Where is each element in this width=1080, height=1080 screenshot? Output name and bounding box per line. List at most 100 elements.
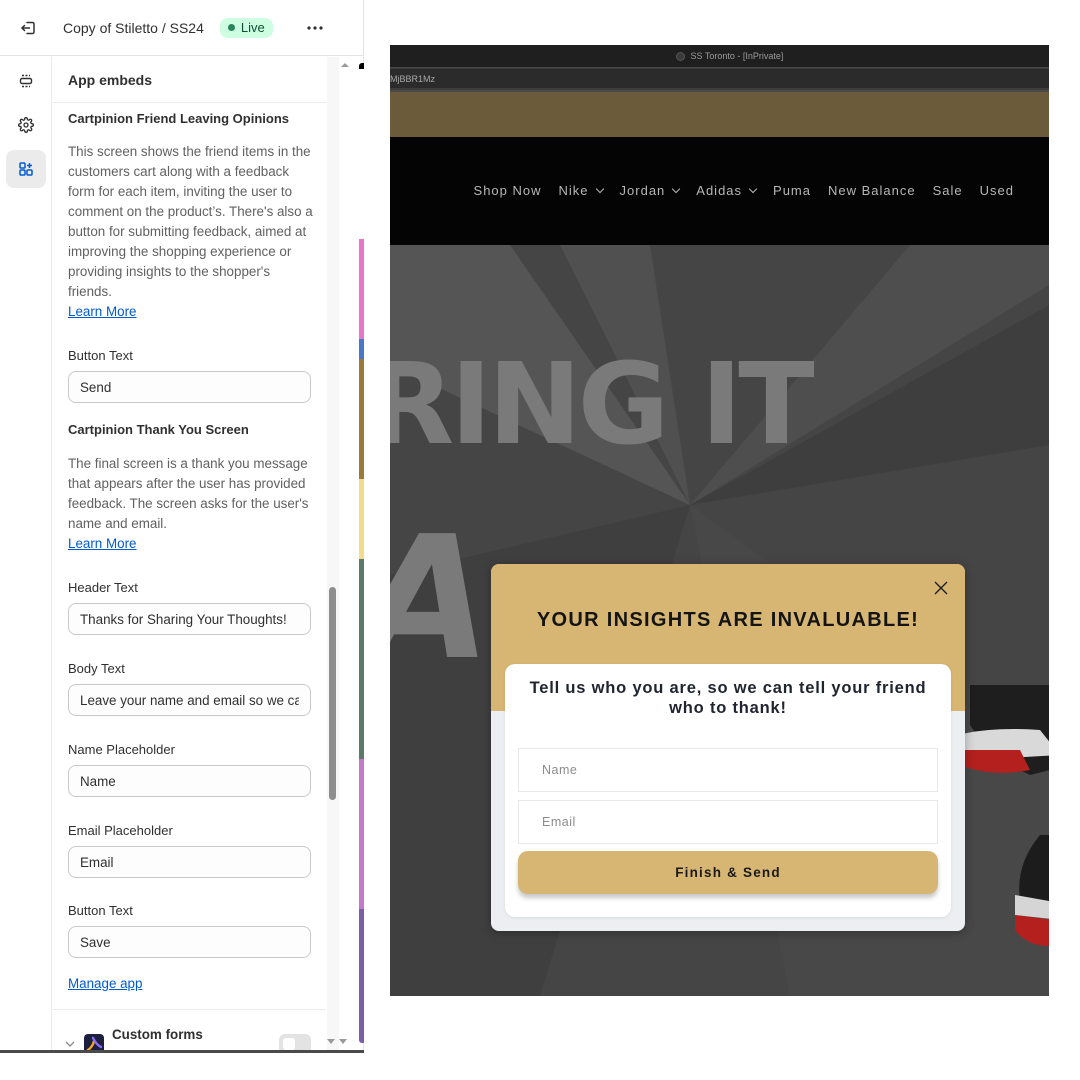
live-dot-icon	[227, 24, 235, 31]
modal-name-input[interactable]	[542, 763, 937, 777]
preview-thumbnail-strip	[359, 63, 364, 1043]
nav-item-used[interactable]: Used	[980, 183, 1014, 198]
email-placeholder-input[interactable]	[80, 854, 299, 870]
friend-button-text-label: Button Text	[68, 348, 133, 363]
window-title-text: SS Toronto - [InPrivate]	[690, 51, 784, 61]
modal-close-button[interactable]	[933, 580, 949, 596]
hero-banner: RING IT A YOUR INSIGHTS ARE INVALUABLE! …	[390, 245, 1049, 996]
custom-forms-toggle[interactable]	[279, 1034, 311, 1050]
nav-item-nike[interactable]: Nike	[558, 183, 604, 198]
nav-item-label: Puma	[773, 183, 811, 198]
panel-scroll-area: Cartpinion Friend Leaving Opinions This …	[53, 104, 337, 1050]
email-placeholder-field[interactable]	[68, 846, 311, 878]
editor-topbar: Copy of Stiletto / SS24 Live	[0, 0, 364, 56]
header-text-input[interactable]	[80, 611, 299, 627]
save-button-text-field[interactable]	[68, 926, 311, 958]
window-bottom-edge	[0, 1050, 364, 1053]
nav-item-label: New Balance	[828, 183, 916, 198]
thank-you-section-description: The final screen is a thank you message …	[68, 454, 313, 554]
editor-sidebar-rail	[0, 57, 52, 1050]
nav-item-jordan[interactable]: Jordan	[619, 183, 681, 198]
friend-section-description: This screen shows the friend items in th…	[68, 142, 313, 322]
browser-window-title: SS Toronto - [InPrivate]	[675, 51, 784, 61]
app-embeds-icon	[19, 162, 33, 176]
nav-item-sale[interactable]: Sale	[933, 183, 963, 198]
more-actions-button[interactable]	[301, 14, 329, 42]
exit-icon	[21, 21, 35, 34]
chevron-down-icon	[748, 184, 758, 193]
modal-name-field[interactable]	[518, 748, 938, 792]
nav-item-label: Nike	[558, 183, 589, 198]
theme-editor-panel: Copy of Stiletto / SS24 Live App embeds …	[0, 0, 364, 1052]
name-placeholder-input[interactable]	[80, 773, 299, 789]
close-icon	[934, 581, 948, 595]
nav-item-new-balance[interactable]: New Balance	[828, 183, 916, 198]
modal-title: YOUR INSIGHTS ARE INVALUABLE!	[536, 609, 920, 631]
status-badge-label: Live	[240, 20, 265, 35]
divider	[53, 1009, 326, 1010]
browser-titlebar: SS Toronto - [InPrivate]	[390, 45, 1049, 67]
header-text-field[interactable]	[68, 603, 311, 635]
custom-forms-name: Custom forms	[112, 1027, 203, 1042]
storefront-preview: SS Toronto - [InPrivate] MjBBR1Mz Shop N…	[390, 45, 1049, 996]
url-text[interactable]: MjBBR1Mz	[390, 74, 435, 84]
nav-item-label: Used	[979, 183, 1014, 198]
sections-icon	[19, 74, 33, 88]
gear-icon	[18, 117, 34, 133]
nav-item-label: Sale	[932, 183, 963, 198]
friend-button-text-input[interactable]	[80, 379, 299, 395]
nav-item-label: Shop Now	[473, 183, 542, 198]
body-text-field[interactable]	[68, 684, 311, 716]
body-text-label: Body Text	[68, 661, 125, 676]
friend-learn-more-link[interactable]: Learn More	[68, 304, 136, 319]
rail-item-sections[interactable]	[6, 62, 46, 100]
thank-you-description-text: The final screen is a thank you message …	[68, 456, 309, 531]
header-text-label: Header Text	[68, 580, 138, 595]
store-navigation: Shop Now Nike Jordan Adidas Puma New Balance S…	[390, 137, 1049, 245]
nav-item-puma[interactable]: Puma	[773, 183, 811, 198]
friend-button-text-field[interactable]	[68, 371, 311, 403]
save-button-text-label: Button Text	[68, 903, 133, 918]
nav-item-label: Adidas	[696, 183, 743, 198]
panel-title: App embeds	[53, 57, 338, 103]
modal-form-card: Tell us who you are, so we can tell your…	[505, 664, 951, 917]
rail-item-app-embeds[interactable]	[6, 150, 46, 188]
chevron-down-icon[interactable]	[65, 1040, 75, 1048]
manage-app-link[interactable]: Manage app	[68, 976, 142, 991]
nav-item-shop-now[interactable]: Shop Now	[474, 183, 542, 198]
app-embeds-panel: App embeds Cartpinion Friend Leaving Opi…	[53, 57, 338, 1050]
email-placeholder-label: Email Placeholder	[68, 823, 173, 838]
custom-forms-app-icon	[84, 1034, 104, 1050]
store-title[interactable]: Copy of Stiletto / SS24	[63, 20, 204, 36]
finish-and-send-button[interactable]: Finish & Send	[518, 851, 938, 894]
panel-scrollbar-track[interactable]	[327, 57, 339, 1050]
modal-email-input[interactable]	[542, 815, 937, 829]
chevron-down-icon	[595, 184, 604, 193]
hero-heading-line1: RING IT	[390, 340, 815, 470]
name-placeholder-field[interactable]	[68, 765, 311, 797]
panel-scrollbar-thumb[interactable]	[329, 587, 336, 800]
modal-email-field[interactable]	[518, 800, 938, 844]
more-horizontal-icon	[307, 25, 323, 30]
status-badge: Live	[219, 17, 273, 38]
chevron-down-icon	[672, 184, 681, 193]
body-text-input[interactable]	[80, 692, 299, 708]
nav-menu: Shop Now Nike Jordan Adidas Puma New Balance S…	[457, 183, 1014, 198]
sneaker-image-2	[1015, 835, 1049, 946]
thank-you-learn-more-link[interactable]: Learn More	[68, 536, 136, 551]
name-placeholder-label: Name Placeholder	[68, 742, 175, 757]
save-button-text-input[interactable]	[80, 934, 299, 950]
nav-item-label: Jordan	[619, 183, 666, 198]
nav-item-adidas[interactable]: Adidas	[696, 183, 758, 198]
rail-item-theme-settings[interactable]	[6, 106, 46, 144]
exit-button[interactable]	[0, 0, 56, 56]
friend-section-description-text: This screen shows the friend items in th…	[68, 144, 313, 299]
modal-subtitle: Tell us who you are, so we can tell your…	[529, 679, 927, 717]
app-embed-row-custom-forms[interactable]: Custom forms	[53, 1022, 326, 1050]
thank-you-section-title: Cartpinion Thank You Screen	[68, 422, 249, 437]
friend-section-title: Cartpinion Friend Leaving Opinions	[68, 111, 290, 126]
thank-you-modal: YOUR INSIGHTS ARE INVALUABLE! Tell us wh…	[491, 564, 965, 931]
browser-address-bar[interactable]: MjBBR1Mz	[390, 68, 1049, 90]
hero-heading-line2: A	[390, 500, 492, 698]
favicon-icon	[675, 51, 685, 61]
